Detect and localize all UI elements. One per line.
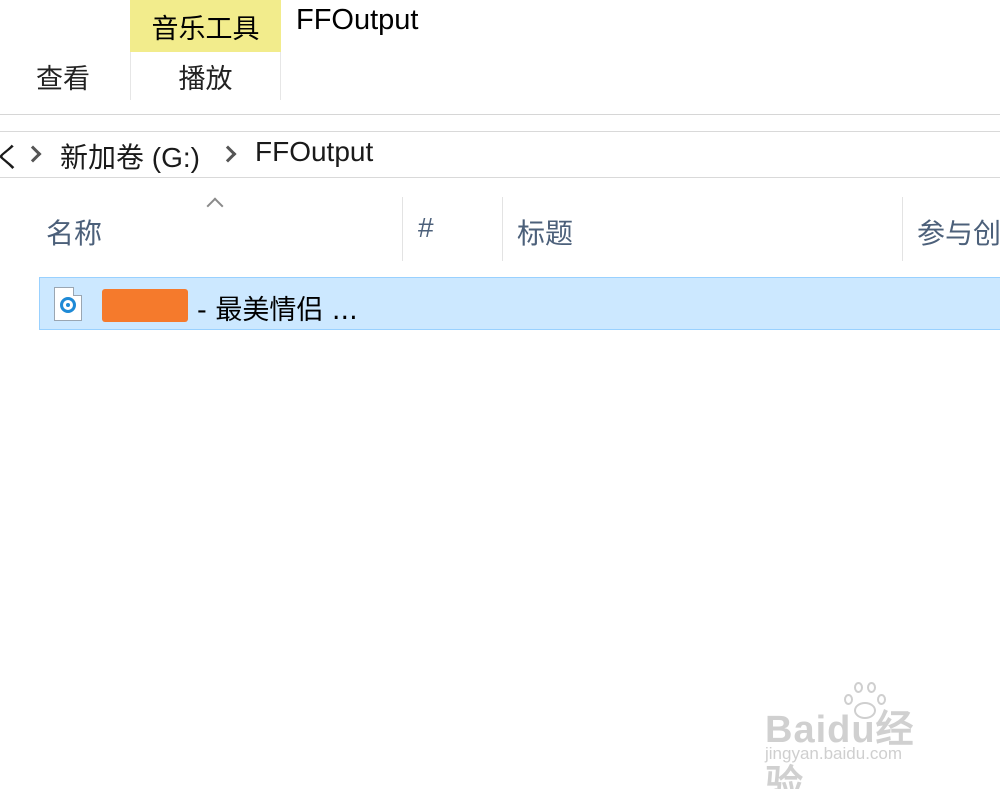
address-bar[interactable]: く 新加卷 (G:) FFOutput — [0, 131, 1000, 178]
file-name: - 最美情侣 ... — [197, 295, 358, 326]
music-tools-label: 音乐工具 — [151, 13, 260, 45]
tab-view-label: 查看 — [36, 63, 90, 95]
column-header-name[interactable]: 名称 — [46, 212, 102, 252]
breadcrumb-truncated[interactable]: く — [0, 136, 22, 176]
window-title: FFOutput — [296, 4, 419, 36]
watermark-url: jingyan.baidu.com — [765, 744, 903, 763]
tab-play[interactable]: 播放 — [130, 52, 281, 100]
ribbon-divider — [0, 114, 1000, 115]
column-header-artist[interactable]: 参与创 — [917, 212, 1000, 252]
column-header-title[interactable]: 标题 — [517, 212, 573, 252]
tab-play-label: 播放 — [178, 63, 233, 95]
audio-file-icon — [54, 287, 82, 321]
column-divider[interactable] — [402, 197, 403, 261]
column-divider[interactable] — [502, 197, 503, 261]
column-divider[interactable] — [902, 197, 903, 261]
chevron-right-icon[interactable] — [24, 145, 42, 163]
column-header-number[interactable]: # — [418, 212, 434, 244]
music-tools-context-tab[interactable]: 音乐工具 — [130, 0, 281, 52]
chevron-right-icon[interactable] — [219, 145, 237, 163]
breadcrumb-folder[interactable]: FFOutput — [255, 136, 373, 168]
baidu-watermark: Baidu经验 jingyan.baidu.com — [765, 680, 950, 789]
tab-view[interactable]: 查看 — [0, 52, 126, 100]
file-row-selected[interactable]: - 最美情侣 ... — [39, 277, 1000, 330]
sort-ascending-icon — [206, 197, 224, 215]
redaction-mark — [102, 289, 188, 322]
breadcrumb-drive[interactable]: 新加卷 (G:) — [60, 136, 200, 176]
